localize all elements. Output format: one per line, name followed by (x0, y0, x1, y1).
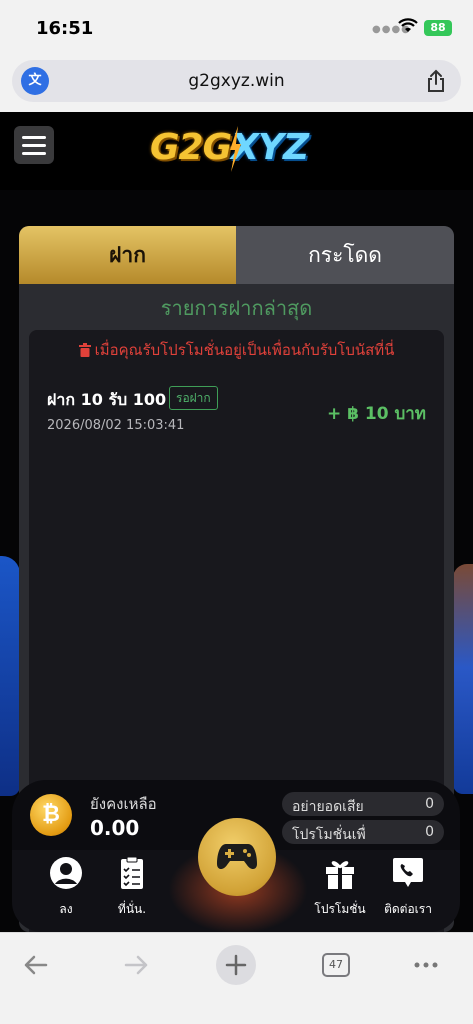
status-badge: รอฝาก (169, 386, 218, 410)
address-bar[interactable]: 文 g2gxyz.win (12, 60, 461, 102)
more-dots-icon[interactable] (406, 945, 446, 985)
transaction-date: 2026/08/02 15:03:41 (47, 418, 185, 433)
website: G2GXYZ ฝาก กระโดด รายการฝากล่าสุด เมื่อค… (0, 112, 473, 932)
bitcoin-coin-icon: ₿ (30, 794, 72, 836)
transaction-amount: + ฿ 10 บาท (326, 404, 426, 424)
gift-icon (326, 861, 354, 889)
tabs-count: 47 (322, 953, 350, 977)
menu-button[interactable] (14, 126, 54, 164)
recent-deposits-title: รายการฝากล่าสุด (160, 296, 313, 320)
tab-jump[interactable]: กระโดด (236, 226, 454, 284)
trash-icon (78, 343, 91, 357)
forward-arrow-icon[interactable] (116, 945, 156, 985)
games-button[interactable] (198, 818, 276, 896)
site-logo[interactable]: G2GXYZ (150, 122, 325, 174)
share-icon[interactable] (425, 69, 447, 93)
site-header: G2GXYZ (0, 112, 473, 190)
wifi-icon (398, 18, 418, 32)
tab-deposit[interactable]: ฝาก (19, 226, 236, 284)
gamepad-icon (217, 844, 257, 870)
browser-url-area: 文 g2gxyz.win (0, 56, 473, 112)
tabs-button[interactable]: 47 (316, 945, 356, 985)
new-tab-plus-icon[interactable] (216, 945, 256, 985)
url-text[interactable]: g2gxyz.win (12, 71, 461, 91)
transaction-title: ฝาก 10 รับ 100 (47, 390, 167, 409)
status-time: 16:51 (36, 18, 94, 39)
stat-loss: อย่ายอดเสีย 0 (282, 792, 444, 816)
balance-label: ยังคงเหลือ (90, 795, 157, 813)
background-decoration (0, 556, 20, 796)
checklist-icon (121, 856, 143, 889)
user-icon (50, 857, 82, 889)
promotion-warning: เมื่อคุณรับโปรโมชั่นอยู่เป็นเพื่อนกับรับ… (29, 338, 444, 362)
nav-item-contact[interactable]: ติดต่อเรา (368, 856, 448, 926)
nav-item-checklist[interactable]: ที่นั่น. (92, 856, 172, 926)
status-bar: 16:51 ●●●● 88 (0, 0, 473, 56)
stat-promotion: โปรโมชั่นเพื่ 0 (282, 820, 444, 844)
browser-toolbar: 47 (0, 932, 473, 1024)
back-arrow-icon[interactable] (16, 945, 56, 985)
background-decoration (453, 564, 473, 794)
battery-indicator: 88 (424, 20, 452, 36)
phone-chat-icon (393, 858, 423, 887)
lightning-bolt-icon (230, 126, 241, 172)
balance-value: 0.00 (90, 816, 140, 840)
